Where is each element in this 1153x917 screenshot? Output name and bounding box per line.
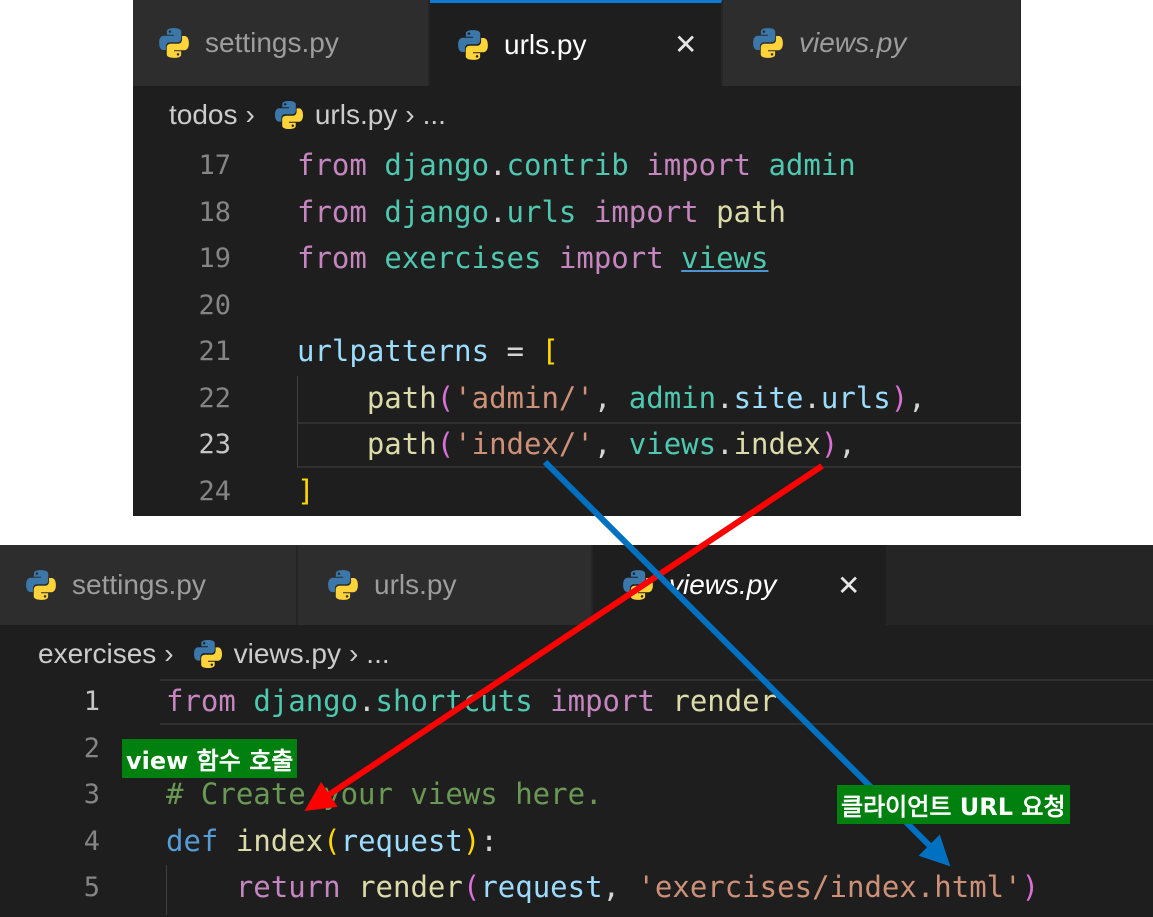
view-call-label: view 함수 호출 — [122, 739, 298, 778]
annotation-arrows — [304, 459, 951, 867]
view-call-arrow — [304, 463, 824, 811]
client-request-label: 클라이언트 URL 요청 — [837, 785, 1070, 824]
